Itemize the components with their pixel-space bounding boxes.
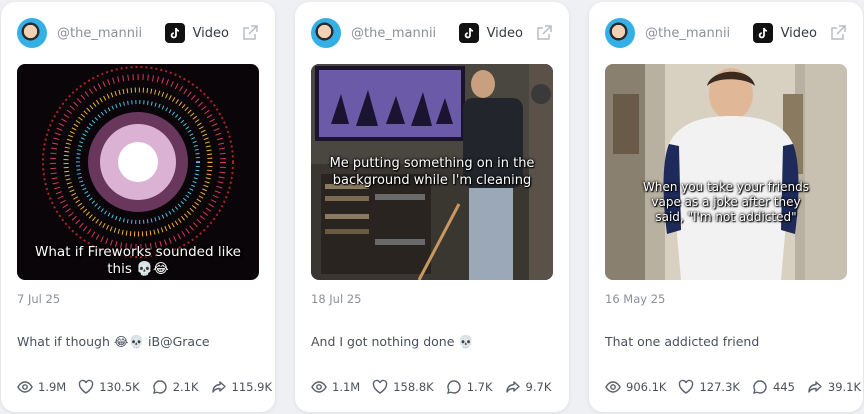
eye-icon [311,381,327,393]
avatar[interactable] [605,18,635,48]
views-count: 1.9M [38,380,67,394]
comments-count: 2.1K [172,380,199,394]
card-header: @the_mannii Video [311,18,553,48]
creator-handle[interactable]: @the_mannii [351,26,459,41]
platform-label: Video [486,25,523,41]
creator-handle[interactable]: @the_mannii [57,26,165,41]
share-icon [505,381,520,393]
video-card[interactable]: @the_mannii Video [589,2,863,412]
platform-badge: Video [752,23,817,43]
video-card-grid: @the_mannii Video What if Fireworks soun [0,0,864,414]
avatar[interactable] [311,18,341,48]
platform-badge: Video [164,23,229,43]
post-date: 7 Jul 25 [17,292,61,306]
tiktok-icon [458,23,479,43]
external-link-icon[interactable] [535,24,553,42]
video-overlay-text: What if Fireworks sounded like this 💀😂 [35,244,241,277]
views-stat: 1.9M [17,379,66,395]
video-overlay-text: Me putting something on in the backgroun… [329,156,535,188]
comment-icon [752,380,767,394]
comments-count: 445 [772,380,795,394]
hallway-scene-image [605,64,847,280]
views-count: 1.1M [332,380,361,394]
external-link-icon[interactable] [241,24,259,42]
eye-icon [605,381,621,393]
likes-count: 130.5K [99,380,140,394]
platform-label: Video [192,25,229,41]
likes-count: 127.3K [699,380,740,394]
post-caption: What if though 😂💀 iB@Grace [17,334,210,349]
likes-stat: 127.3K [678,379,740,395]
comments-stat: 445 [752,379,795,395]
shares-stat: 115.9K [211,379,272,395]
shares-stat: 9.7K [505,379,552,395]
views-stat: 1.1M [311,379,360,395]
share-icon [211,381,226,393]
card-header: @the_mannii Video [17,18,259,48]
engagement-stats: 906.1K 127.3K 445 39.1K [605,379,861,395]
video-card[interactable]: @the_mannii Video What if Fireworks soun [1,2,275,412]
heart-icon [373,379,388,394]
engagement-stats: 1.1M 158.8K 1.7K 9.7K [311,379,559,395]
post-caption: And I got nothing done 💀 [311,334,474,349]
likes-stat: 158.8K [372,379,434,395]
comments-count: 1.7K [466,380,493,394]
video-overlay-text: When you take your friends vape as a jok… [642,180,810,224]
engagement-stats: 1.9M 130.5K 2.1K 115.9K [17,379,272,395]
shares-count: 115.9K [231,380,272,394]
video-thumbnail[interactable]: What if Fireworks sounded like this 💀😂 [17,64,259,280]
heart-icon [679,379,694,394]
likes-stat: 130.5K [78,379,140,395]
shares-stat: 39.1K [807,379,861,395]
tiktok-icon [752,23,773,43]
comment-icon [446,380,461,394]
creator-handle[interactable]: @the_mannii [645,26,753,41]
shares-count: 9.7K [525,380,552,394]
post-date: 18 Jul 25 [311,292,362,306]
tiktok-icon [164,23,185,43]
views-stat: 906.1K [605,379,666,395]
comments-stat: 2.1K [152,379,199,395]
post-date: 16 May 25 [605,292,666,306]
avatar[interactable] [17,18,47,48]
share-icon [808,381,822,393]
eye-icon [17,381,33,393]
comments-stat: 1.7K [446,379,493,395]
platform-badge: Video [458,23,523,43]
views-count: 906.1K [626,380,667,394]
shares-count: 39.1K [827,380,862,394]
platform-label: Video [780,25,817,41]
post-caption: That one addicted friend [605,334,760,349]
external-link-icon[interactable] [829,24,847,42]
video-card[interactable]: @the_mannii Video [295,2,569,412]
card-header: @the_mannii Video [605,18,847,48]
likes-count: 158.8K [393,380,434,394]
heart-icon [79,379,94,394]
comment-icon [152,380,167,394]
video-thumbnail[interactable]: Me putting something on in the backgroun… [311,64,553,280]
video-thumbnail[interactable]: When you take your friends vape as a jok… [605,64,847,280]
